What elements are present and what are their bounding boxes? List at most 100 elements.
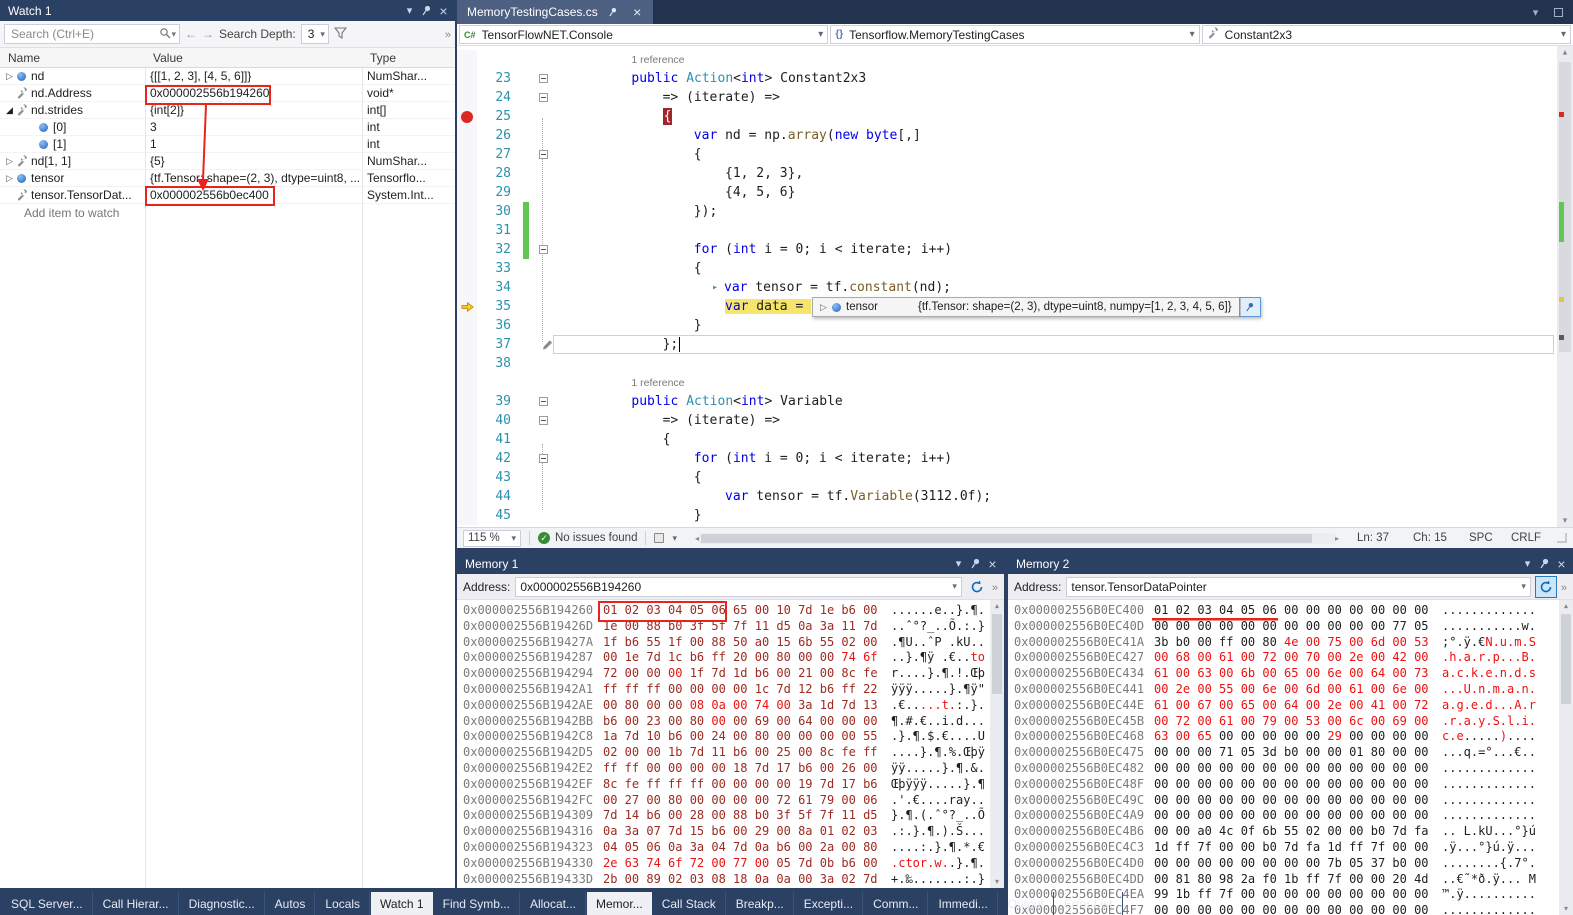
watch-row[interactable]: [1]1int xyxy=(0,136,455,153)
code-line[interactable]: 26var nd = np.array(new byte[,] xyxy=(457,126,1557,145)
member-dropdown[interactable]: Constant2x3 xyxy=(1202,25,1571,44)
memory1-titlebar[interactable]: Memory 1 xyxy=(457,553,1004,574)
toolbar-overflow-icon[interactable] xyxy=(992,580,998,594)
code-line[interactable]: 37}; xyxy=(457,335,1557,354)
watch-value[interactable]: {int[2]} xyxy=(145,102,362,118)
breakpoint-margin[interactable] xyxy=(457,202,477,221)
chevron-down-icon[interactable] xyxy=(952,581,957,592)
memory1-address-input[interactable]: 0x000002556B194260 xyxy=(515,577,962,597)
breakpoint-margin[interactable] xyxy=(457,88,477,107)
status-column[interactable]: Ch: 15 xyxy=(1413,532,1461,544)
refresh-icon[interactable] xyxy=(967,577,987,597)
scrollbar-track[interactable] xyxy=(699,533,1335,544)
code-line[interactable]: 41{ xyxy=(457,430,1557,449)
watch-value[interactable]: {[[1, 2, 3], [4, 5, 6]]} xyxy=(145,68,362,84)
expander-icon[interactable] xyxy=(3,71,16,82)
code-line[interactable]: 25{ xyxy=(457,107,1557,126)
document-list-icon[interactable] xyxy=(1527,4,1544,21)
watch-filter-icon[interactable] xyxy=(334,27,347,42)
status-line-ending[interactable]: CRLF xyxy=(1511,532,1549,544)
memory-row[interactable]: 0x000002556B1942E2ff ff 00 00 00 00 18 7… xyxy=(463,761,1004,777)
code-line[interactable]: 44var tensor = tf.Variable(3112.0f); xyxy=(457,487,1557,506)
watch-row[interactable]: tensor{tf.Tensor: shape=(2, 3), dtype=ui… xyxy=(0,170,455,187)
collapse-box-icon[interactable] xyxy=(539,397,548,406)
watch-row[interactable]: tensor.TensorDat...0x000002556b0ec400Sys… xyxy=(0,187,455,204)
close-icon[interactable] xyxy=(984,555,1001,572)
breakpoint-margin[interactable] xyxy=(457,468,477,487)
expander-icon[interactable] xyxy=(3,156,16,167)
code-editor[interactable]: 1 reference23public Action<int> Constant… xyxy=(457,46,1557,527)
scroll-up-icon[interactable] xyxy=(1557,46,1573,60)
breakpoint-margin[interactable] xyxy=(457,354,477,373)
close-icon[interactable] xyxy=(1553,555,1570,572)
watch-value[interactable]: 0x000002556b194260 xyxy=(145,85,362,101)
code-line[interactable]: 34var tensor = tf.constant(nd); xyxy=(457,278,1557,297)
code-line[interactable]: 29{4, 5, 6} xyxy=(457,183,1557,202)
code-line[interactable]: 1 reference xyxy=(457,373,1557,392)
scroll-up-icon[interactable] xyxy=(1559,600,1573,613)
tab-memorytestingcases[interactable]: MemoryTestingCases.cs xyxy=(457,0,653,24)
pin-icon[interactable] xyxy=(418,2,435,19)
memory-row[interactable]: 0x000002556B1942D502 00 00 1b 7d 11 b6 0… xyxy=(463,745,1004,761)
collapse-box-icon[interactable] xyxy=(539,454,548,463)
memory-row[interactable]: 0x000002556B0EC4D000 00 00 00 00 00 00 0… xyxy=(1014,856,1573,872)
memory-row[interactable]: 0x000002556B1942EF8c fe ff ff ff 00 00 0… xyxy=(463,777,1004,793)
memory-row[interactable]: 0x000002556B0EC49C00 00 00 00 00 00 00 0… xyxy=(1014,793,1573,809)
breakpoint-margin[interactable] xyxy=(457,69,477,88)
expander-icon[interactable] xyxy=(3,173,16,184)
breakpoint-margin[interactable] xyxy=(457,126,477,145)
editor-vertical-scrollbar[interactable] xyxy=(1557,46,1573,527)
bottom-tab-comm[interactable]: Comm... xyxy=(864,892,928,915)
memory-row[interactable]: 0x000002556B1942FC00 27 00 80 00 00 00 0… xyxy=(463,793,1004,809)
window-position-icon[interactable] xyxy=(401,2,418,19)
breakpoint-margin[interactable] xyxy=(457,221,477,240)
memory-row[interactable]: 0x000002556B0EC48F00 00 00 00 00 00 00 0… xyxy=(1014,777,1573,793)
search-prev-icon[interactable] xyxy=(185,27,197,41)
code-line[interactable]: 38 xyxy=(457,354,1557,373)
tab-close-icon[interactable] xyxy=(629,4,646,21)
memory2-rows[interactable]: 0x000002556B0EC40001 02 03 04 05 06 00 0… xyxy=(1008,600,1573,915)
memory-row[interactable]: 0x000002556B1942AE00 80 00 00 08 0a 00 7… xyxy=(463,698,1004,714)
breakpoint-margin[interactable] xyxy=(457,316,477,335)
memory-row[interactable]: 0x000002556B1943097d 14 b6 00 28 00 88 b… xyxy=(463,808,1004,824)
breakpoint-margin[interactable] xyxy=(457,506,477,525)
memory-row[interactable]: 0x000002556B0EC4B600 00 a0 4c 0f 6b 55 0… xyxy=(1014,824,1573,840)
watch-row[interactable]: nd{[[1, 2, 3], [4, 5, 6]]}NumShar... xyxy=(0,68,455,85)
breakpoint-margin[interactable] xyxy=(457,240,477,259)
code-line[interactable]: 31 xyxy=(457,221,1557,240)
memory-row[interactable]: 0x000002556B1942A1ff ff ff 00 00 00 00 1… xyxy=(463,682,1004,698)
status-insert-mode[interactable]: SPC xyxy=(1469,532,1503,544)
scroll-down-icon[interactable] xyxy=(1557,513,1573,527)
memory2-address-input[interactable]: tensor.TensorDataPointer xyxy=(1066,577,1531,597)
bottom-tab-call-hierar[interactable]: Call Hierar... xyxy=(94,892,179,915)
add-watch-item[interactable]: Add item to watch xyxy=(0,204,455,221)
collapse-box-icon[interactable] xyxy=(539,416,548,425)
memory-row[interactable]: 0x000002556B0EC4A900 00 00 00 00 00 00 0… xyxy=(1014,808,1573,824)
expander-icon[interactable] xyxy=(3,105,16,116)
memory-row[interactable]: 0x000002556B1942BBb6 00 23 00 80 00 00 6… xyxy=(463,714,1004,730)
toolbar-overflow-icon[interactable] xyxy=(445,27,451,41)
scrollbar-thumb[interactable] xyxy=(992,614,1002,694)
bottom-tab-watch-1[interactable]: Watch 1 xyxy=(371,892,433,915)
fold-margin[interactable] xyxy=(533,245,553,254)
watch-titlebar[interactable]: Watch 1 xyxy=(0,0,455,21)
collapse-box-icon[interactable] xyxy=(539,93,548,102)
breakpoint-margin[interactable] xyxy=(457,335,477,354)
bottom-tab-locals[interactable]: Locals xyxy=(316,892,370,915)
code-line[interactable]: 39public Action<int> Variable xyxy=(457,392,1557,411)
memory-row[interactable]: 0x000002556B1943302e 63 74 6f 72 00 77 0… xyxy=(463,856,1004,872)
code-line[interactable]: 27{ xyxy=(457,145,1557,164)
memory1-rows[interactable]: 0x000002556B19426001 02 03 04 05 06 65 0… xyxy=(457,600,1004,887)
fold-margin[interactable] xyxy=(533,416,553,425)
breakpoint-margin[interactable] xyxy=(457,449,477,468)
type-dropdown[interactable]: {} Tensorflow.MemoryTestingCases xyxy=(830,25,1199,44)
tab-pin-icon[interactable] xyxy=(605,4,622,21)
chevron-down-icon[interactable] xyxy=(1521,581,1526,592)
breakpoint-margin[interactable] xyxy=(457,278,477,297)
breakpoint-margin[interactable] xyxy=(457,164,477,183)
column-header-type[interactable]: Type xyxy=(362,51,455,65)
search-options-icon[interactable] xyxy=(171,29,176,40)
watch-row[interactable]: [0]3int xyxy=(0,119,455,136)
datatip-pin-icon[interactable] xyxy=(1240,298,1260,316)
code-line[interactable]: 28{1, 2, 3}, xyxy=(457,164,1557,183)
